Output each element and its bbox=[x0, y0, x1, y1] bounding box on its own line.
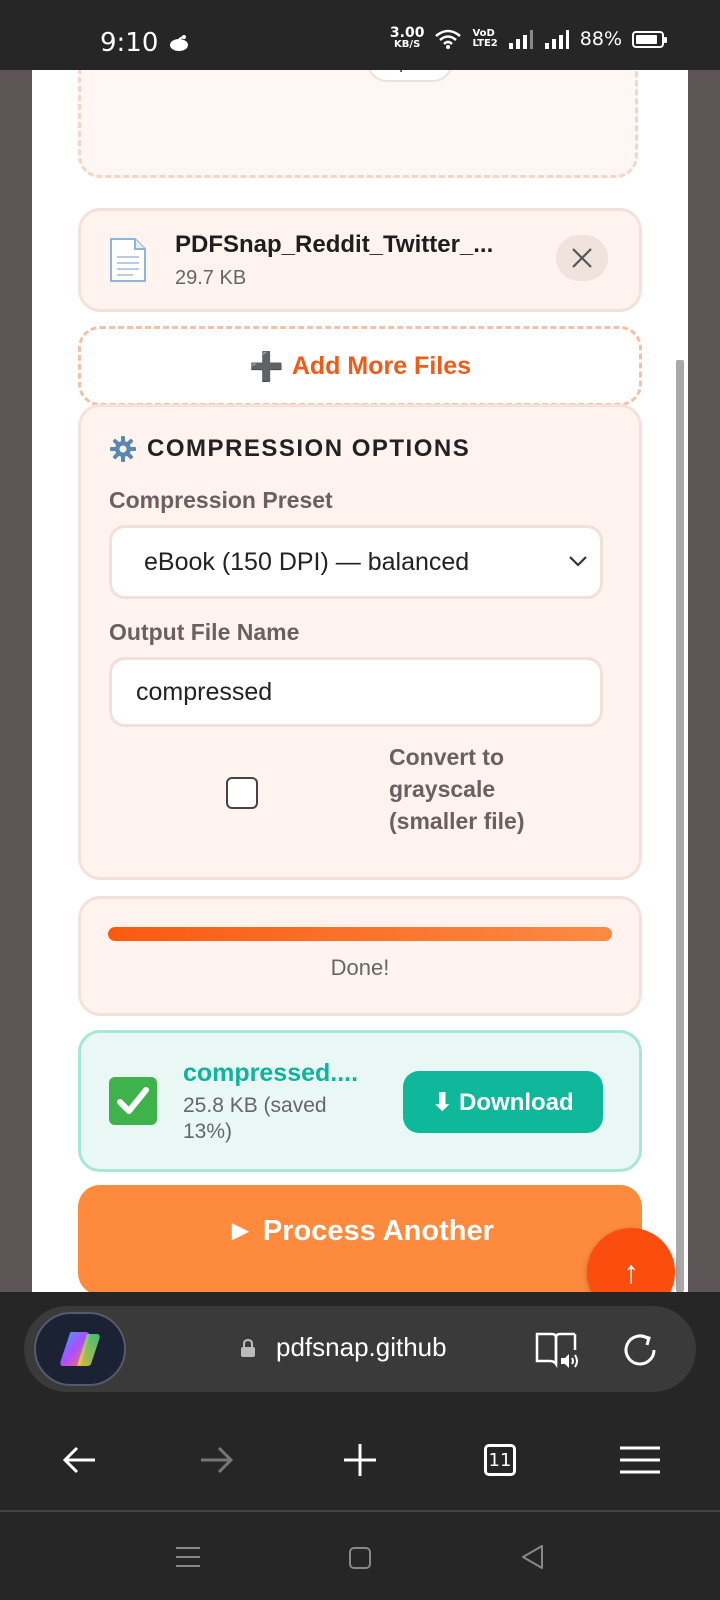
page-body: .pdf PDFSnap_Reddit_Twitter_... 29.7 KB bbox=[32, 70, 688, 1292]
progress-bar bbox=[108, 927, 612, 941]
forward-button[interactable] bbox=[194, 1438, 238, 1482]
filename-label: Output File Name bbox=[109, 619, 300, 645]
arrow-right-icon bbox=[201, 1446, 234, 1474]
battery-percent: 88% bbox=[579, 28, 622, 50]
tab-count: 11 bbox=[484, 1444, 516, 1476]
status-time: 9:10 bbox=[100, 28, 159, 58]
system-back-icon[interactable] bbox=[520, 1544, 544, 1570]
browser-toolbar: pdfsnap.github 11 bbox=[0, 1292, 720, 1600]
preset-select[interactable]: eBook (150 DPI) — balanced bbox=[109, 525, 603, 599]
home-icon[interactable] bbox=[348, 1546, 372, 1570]
notification-app-icon bbox=[170, 35, 188, 51]
output-filename-input[interactable] bbox=[109, 657, 603, 727]
selected-file-card: PDFSnap_Reddit_Twitter_... 29.7 KB bbox=[78, 208, 642, 312]
url-text[interactable]: pdfsnap.github bbox=[276, 1332, 484, 1363]
menu-button[interactable] bbox=[618, 1438, 662, 1482]
document-icon bbox=[110, 238, 146, 282]
result-card: compressed.... 25.8 KB (saved 13%) ⬇ Dow… bbox=[78, 1030, 642, 1172]
file-size: 29.7 KB bbox=[175, 267, 247, 289]
back-button[interactable] bbox=[58, 1438, 102, 1482]
preset-selected-value: eBook (150 DPI) — balanced bbox=[144, 547, 470, 576]
status-bar: 9:10 3.00 KB/S VoD LTE2 88% bbox=[0, 0, 720, 70]
download-button[interactable]: ⬇ Download bbox=[403, 1071, 603, 1133]
tabs-button[interactable]: 11 bbox=[478, 1438, 522, 1482]
signal-icon-sim2 bbox=[544, 30, 569, 49]
browser-nav-row: 11 bbox=[0, 1412, 720, 1508]
address-bar[interactable]: pdfsnap.github bbox=[24, 1306, 696, 1392]
grayscale-label: Convert to grayscale (smaller file) bbox=[389, 744, 525, 834]
copilot-button[interactable] bbox=[34, 1312, 126, 1386]
add-more-files-button[interactable]: ➕ Add More Files bbox=[78, 326, 642, 406]
read-aloud-icon[interactable] bbox=[534, 1330, 578, 1370]
recent-apps-icon[interactable] bbox=[176, 1546, 200, 1568]
close-icon bbox=[572, 248, 592, 268]
process-another-button[interactable]: ► Process Another bbox=[78, 1185, 642, 1292]
plus-icon bbox=[344, 1444, 376, 1476]
plus-icon: ➕ bbox=[248, 350, 284, 382]
chevron-down-icon bbox=[569, 556, 587, 567]
options-title: COMPRESSION OPTIONS bbox=[147, 435, 471, 462]
page-scrollbar[interactable] bbox=[676, 360, 684, 1292]
check-mark-icon bbox=[109, 1077, 157, 1125]
lock-icon bbox=[241, 1338, 255, 1357]
remove-file-button[interactable] bbox=[556, 235, 608, 281]
pdf-dropzone[interactable]: .pdf bbox=[78, 70, 638, 178]
file-name: PDFSnap_Reddit_Twitter_... bbox=[175, 231, 494, 258]
copilot-icon bbox=[60, 1332, 100, 1366]
network-speed: 3.00 KB/S bbox=[389, 25, 425, 50]
progress-status: Done! bbox=[330, 955, 390, 980]
accepted-type-chip: .pdf bbox=[367, 70, 453, 82]
arrow-left-icon bbox=[62, 1446, 95, 1474]
result-size-info: 25.8 KB (saved 13%) bbox=[183, 1094, 327, 1143]
new-tab-button[interactable] bbox=[338, 1438, 382, 1482]
result-file-name: compressed.... bbox=[183, 1059, 359, 1087]
web-content[interactable]: .pdf PDFSnap_Reddit_Twitter_... 29.7 KB bbox=[0, 70, 720, 1292]
progress-bar-fill bbox=[108, 927, 612, 941]
wifi-icon bbox=[435, 29, 462, 49]
gear-icon bbox=[110, 436, 136, 462]
system-nav-bar bbox=[0, 1512, 720, 1600]
progress-card: Done! bbox=[78, 896, 642, 1016]
volte-indicator: VoD LTE2 bbox=[472, 28, 498, 49]
reload-icon[interactable] bbox=[620, 1330, 660, 1370]
options-heading: COMPRESSION OPTIONS bbox=[109, 435, 470, 463]
grayscale-checkbox[interactable] bbox=[226, 777, 258, 809]
add-more-files-label: Add More Files bbox=[291, 351, 472, 380]
preset-label: Compression Preset bbox=[109, 487, 333, 513]
compression-options-panel: COMPRESSION OPTIONS Compression Preset e… bbox=[78, 404, 642, 880]
battery-icon bbox=[632, 30, 667, 48]
signal-icon bbox=[508, 30, 533, 49]
hamburger-menu-icon bbox=[620, 1446, 660, 1474]
